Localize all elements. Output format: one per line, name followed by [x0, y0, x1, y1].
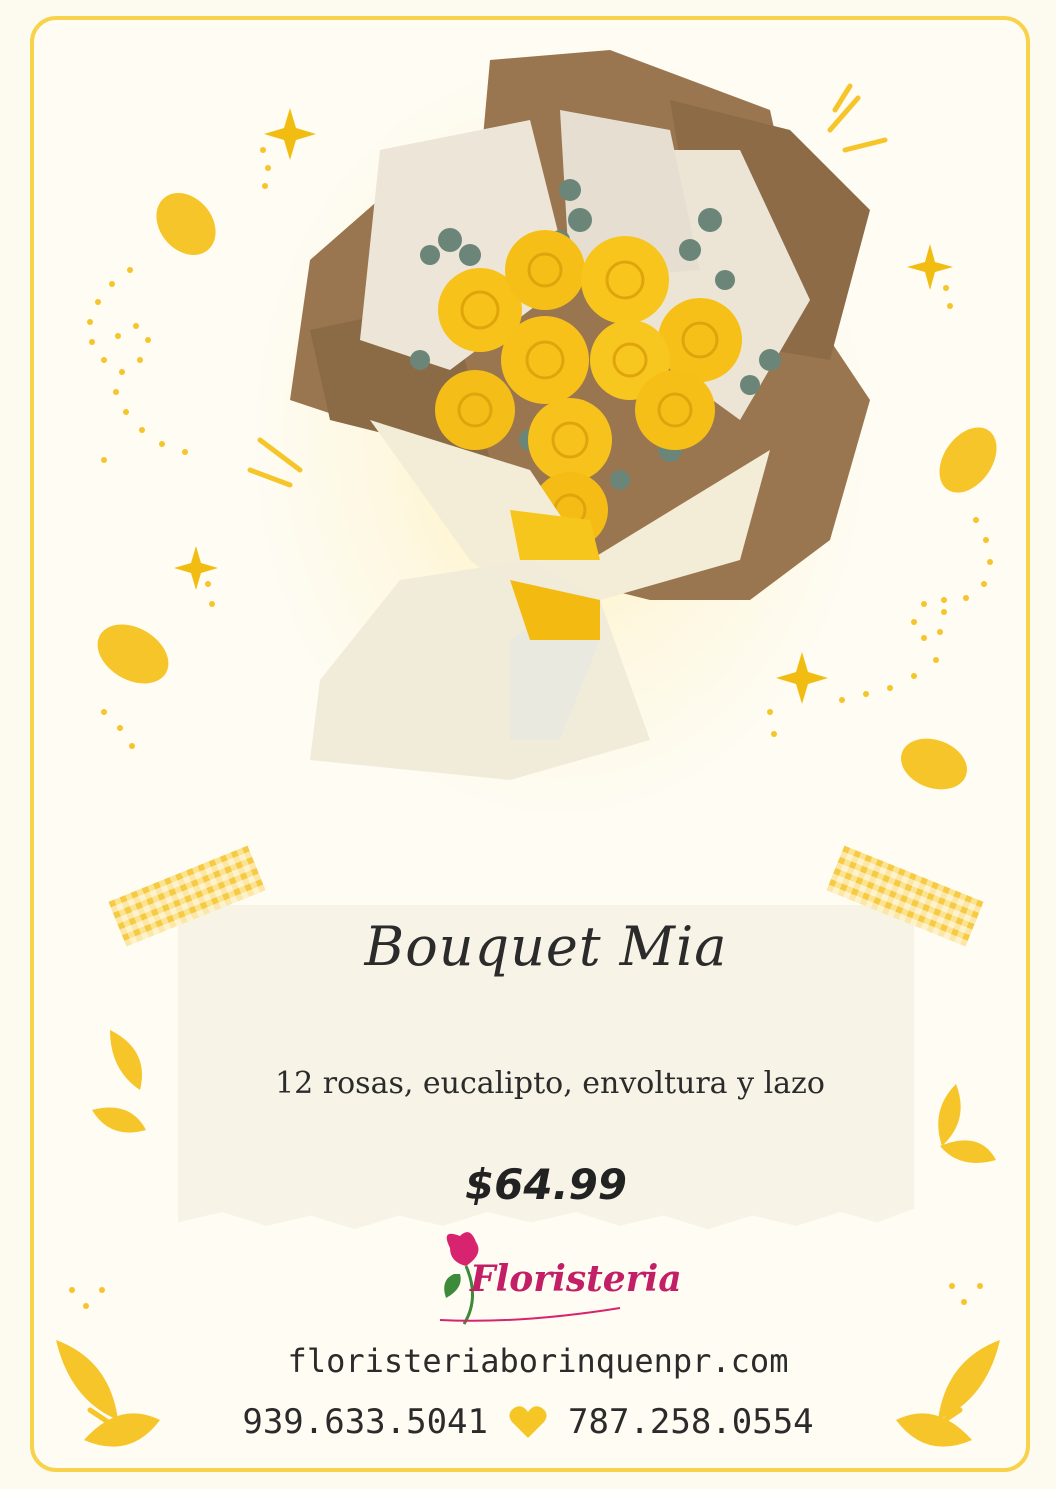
leaf-icon — [84, 1413, 160, 1447]
petal-icon — [156, 193, 216, 255]
petal-icon — [97, 624, 169, 684]
petal-icon — [901, 738, 967, 790]
leaf-icon — [110, 1030, 142, 1090]
product-price: $64.99 — [464, 1160, 628, 1209]
phone-numbers: 939.633.5041 787.258.0554 — [220, 1402, 836, 1442]
leaf-icon — [940, 1140, 996, 1163]
website-link[interactable]: floristeriaborinquenpr.com — [200, 1342, 876, 1380]
product-title: Bouquet Mia — [364, 915, 728, 978]
leaf-icon — [92, 1107, 146, 1133]
phone-2[interactable]: 787.258.0554 — [568, 1402, 814, 1442]
sparkle-icon — [174, 546, 218, 590]
leaf-icon — [938, 1084, 961, 1146]
leaf-icon — [896, 1413, 972, 1447]
petal-icon — [939, 427, 997, 493]
product-description: 12 rosas, eucalipto, envoltura y lazo — [275, 1066, 825, 1101]
leaf-icon — [56, 1340, 118, 1420]
logo-text: Floristeria — [470, 1258, 682, 1300]
sparkle-icon — [907, 244, 953, 290]
phone-1[interactable]: 939.633.5041 — [242, 1402, 488, 1442]
bouquet-image — [290, 50, 870, 780]
yellow-heart-icon — [509, 1406, 547, 1438]
leaf-icon — [938, 1340, 1000, 1420]
